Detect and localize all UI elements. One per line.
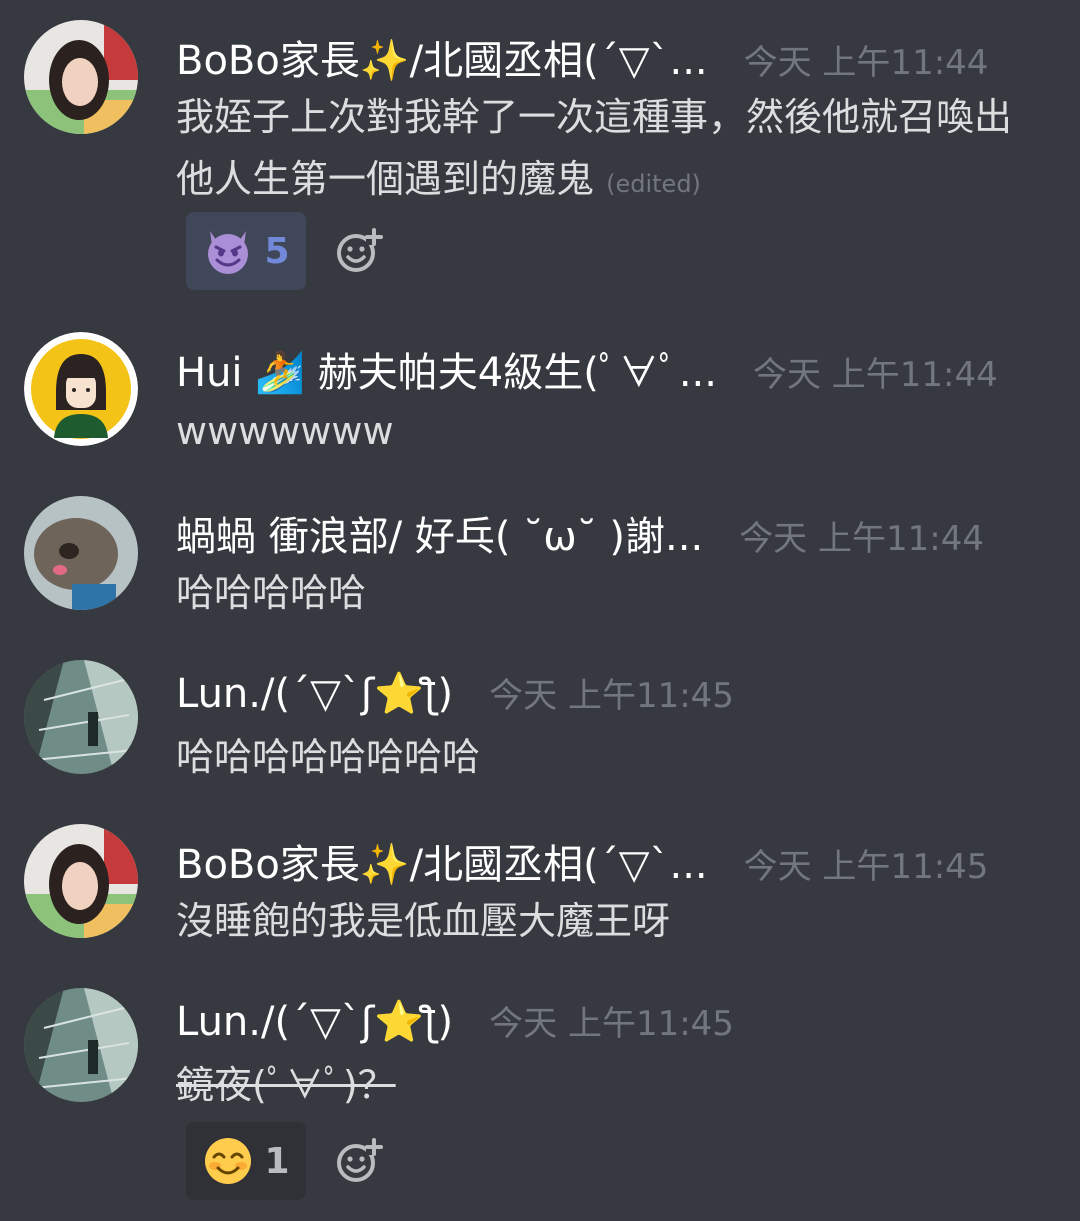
message-text: 哈哈哈哈哈哈哈哈 bbox=[176, 726, 1040, 788]
message-header: Hui 🏄 赫夫帕夫4級生(ﾟ∀ﾟ... 今天 上午11:44 bbox=[176, 340, 1056, 398]
avatar-lun[interactable] bbox=[24, 988, 138, 1102]
add-reaction-icon[interactable] bbox=[336, 227, 384, 275]
message-text: 我姪子上次對我幹了一次這種事，然後他就召喚出他人生第一個遇到的魔鬼 (edite… bbox=[176, 86, 1040, 215]
message-header: BoBo家長✨/北國丞相(´▽`... 今天 上午11:44 bbox=[176, 28, 1056, 86]
author-name[interactable]: BoBo家長✨/北國丞相(´▽`... bbox=[176, 832, 708, 890]
message-content: 鏡夜(ﾟ∀ﾟ)？ bbox=[176, 1063, 396, 1107]
message-header: 蝸蝸 衝浪部/ 好乓( ˘ω˘ )謝... 今天 上午11:44 bbox=[176, 504, 1056, 562]
message-header: Lun./(´▽`ʃ⭐ƪ) 今天 上午11:45 bbox=[176, 996, 1056, 1045]
avatar-lun[interactable] bbox=[24, 660, 138, 774]
message-content: 哈哈哈哈哈哈哈哈 bbox=[176, 735, 481, 779]
author-name[interactable]: Lun./(´▽`ʃ⭐ƪ) bbox=[176, 670, 453, 717]
timestamp: 今天 上午11:44 bbox=[752, 355, 998, 395]
author-name[interactable]: BoBo家長✨/北國丞相(´▽`... bbox=[176, 28, 708, 86]
timestamp: 今天 上午11:44 bbox=[743, 43, 989, 83]
message-content: 哈哈哈哈哈 bbox=[176, 571, 367, 615]
message-text: 沒睡飽的我是低血壓大魔王呀 bbox=[176, 890, 1040, 952]
message-header: BoBo家長✨/北國丞相(´▽`... 今天 上午11:45 bbox=[176, 832, 1056, 890]
reaction-count: 1 bbox=[264, 1140, 290, 1182]
message-content: 沒睡飽的我是低血壓大魔王呀 bbox=[176, 899, 671, 943]
message-content: 我姪子上次對我幹了一次這種事，然後他就召喚出他人生第一個遇到的魔鬼 bbox=[176, 95, 1013, 201]
add-reaction-icon[interactable] bbox=[336, 1137, 384, 1185]
reaction-count: 5 bbox=[264, 230, 290, 272]
smiling-imp-icon bbox=[208, 231, 249, 274]
timestamp: 今天 上午11:45 bbox=[489, 1004, 734, 1044]
message-text: 鏡夜(ﾟ∀ﾟ)？ bbox=[176, 1054, 1040, 1116]
timestamp: 今天 上午11:45 bbox=[489, 676, 734, 716]
message-header: Lun./(´▽`ʃ⭐ƪ) 今天 上午11:45 bbox=[176, 668, 1056, 717]
message-text: wwwwwww bbox=[176, 400, 1040, 462]
author-name[interactable]: Hui 🏄 赫夫帕夫4級生(ﾟ∀ﾟ... bbox=[176, 340, 717, 398]
avatar-bobo[interactable] bbox=[24, 20, 138, 134]
avatar-bobo[interactable] bbox=[24, 824, 138, 938]
reaction-button[interactable]: 5 bbox=[186, 212, 306, 290]
message-content: wwwwwww bbox=[176, 409, 394, 453]
avatar-hui[interactable] bbox=[24, 332, 138, 446]
avatar-wowo[interactable] bbox=[24, 496, 138, 610]
timestamp: 今天 上午11:44 bbox=[739, 519, 984, 559]
author-name[interactable]: 蝸蝸 衝浪部/ 好乓( ˘ω˘ )謝... bbox=[176, 504, 703, 562]
timestamp: 今天 上午11:45 bbox=[743, 847, 989, 887]
edited-label: (edited) bbox=[606, 170, 701, 198]
reaction-button[interactable]: 1 bbox=[186, 1122, 306, 1200]
author-name[interactable]: Lun./(´▽`ʃ⭐ƪ) bbox=[176, 998, 453, 1045]
message-text: 哈哈哈哈哈 bbox=[176, 562, 1040, 624]
smiling-face-blush-icon bbox=[205, 1138, 252, 1184]
